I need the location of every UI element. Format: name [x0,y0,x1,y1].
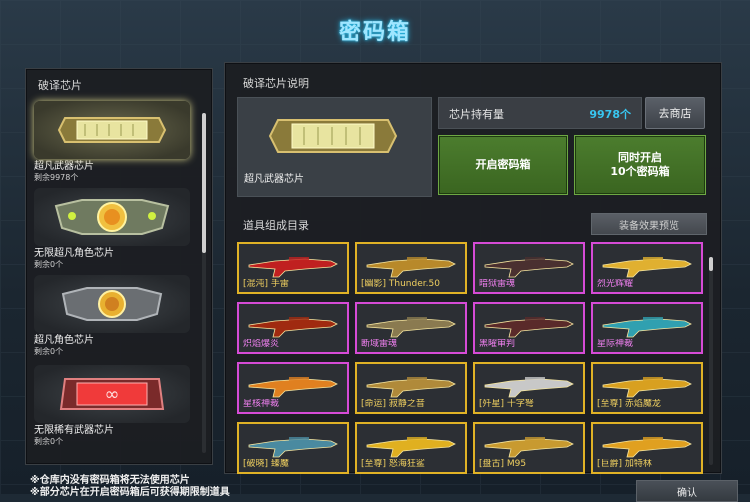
catalog-item[interactable]: 烈光辉耀 [591,242,703,294]
weapon-icon [363,368,459,400]
chip-list-scroll-thumb[interactable] [202,113,206,253]
catalog-item[interactable]: [破晓] 臻魔 [237,422,349,474]
chip-item-3[interactable]: 超凡角色芯片 剩余0个 [34,275,192,357]
selected-chip-icon [268,106,398,170]
chip-item-4[interactable]: ∞ 无限稀有武器芯片 剩余0个 [34,365,192,447]
catalog-item-label: [歼星] 十字弩 [479,399,534,409]
open10-line1: 同时开启 [618,151,662,164]
weapon-icon [245,368,341,400]
weapon-icon [481,368,577,400]
catalog-item-label: 炽焰爆炎 [243,339,280,349]
catalog-scroll-thumb[interactable] [709,257,713,271]
catalog-item[interactable]: [歼星] 十字弩 [473,362,585,414]
weapon-icon [363,308,459,340]
hold-value: 9978个 [589,108,631,121]
open-box-button[interactable]: 开启密码箱 [438,135,568,195]
catalog-scrollbar[interactable] [709,257,713,465]
catalog-item-label: 断域雷魂 [361,339,398,349]
catalog-heading: 道具组成目录 [243,219,309,232]
catalog-item[interactable]: [盘古] M95 [473,422,585,474]
chip-icon-infinite-rare-weapon: ∞ [34,365,190,423]
weapon-icon [599,248,695,280]
svg-text:∞: ∞ [105,384,120,405]
catalog-item[interactable]: 断域雷魂 [355,302,467,354]
page-title: 密码箱 [338,20,411,45]
chip-item-2[interactable]: 无限超凡角色芯片 剩余0个 [34,188,192,270]
catalog-item[interactable]: 星际神裁 [591,302,703,354]
catalog-item-label: [至尊] 怒海狂鲨 [361,459,425,469]
catalog-item-label: [巨爵] 加特林 [597,459,652,469]
weapon-icon [599,308,695,340]
catalog-item-label: 暗狱雷魂 [479,279,516,289]
hold-label: 芯片持有量 [449,108,504,121]
go-to-shop-button[interactable]: 去商店 [645,97,705,129]
catalog-item-label: [混沌] 手雷 [243,279,289,289]
catalog-item-label: 星际神裁 [597,339,634,349]
chip-count: 剩余0个 [34,437,64,446]
chip-name: 无限超凡角色芯片 [34,248,114,259]
chip-name: 无限稀有武器芯片 [34,425,114,436]
catalog-item[interactable]: [命运] 寂静之音 [355,362,467,414]
catalog-item-label: [幽影] Thunder.50 [361,279,440,289]
catalog-item-label: [盘古] M95 [479,459,527,469]
chip-detail-panel: 破译芯片说明 超凡武器芯片 芯片持有量 9978个 去商店 开启密码箱 同时开启… [224,62,722,474]
weapon-icon [245,428,341,460]
weapon-icon [481,308,577,340]
catalog-item[interactable]: [幽影] Thunder.50 [355,242,467,294]
catalog-item[interactable]: 星核神裁 [237,362,349,414]
chip-list-heading: 破译芯片 [38,79,82,92]
chip-name: 超凡武器芯片 [34,161,94,172]
weapon-icon [363,428,459,460]
catalog-item-label: [命运] 寂静之音 [361,399,425,409]
catalog-item-label: 星核神裁 [243,399,280,409]
chip-item-1[interactable]: 超凡武器芯片 剩余9978个 [34,101,192,183]
catalog-item-label: 烈光辉耀 [597,279,634,289]
open10-line2: 10个密码箱 [610,165,670,178]
catalog-item-label: 黑曜审判 [479,339,516,349]
footer-note-2: ※部分芯片在开启密码箱后可获得期限制道具 [30,487,230,498]
open-10-boxes-button[interactable]: 同时开启 10个密码箱 [574,135,706,195]
selected-chip-name: 超凡武器芯片 [244,174,304,185]
catalog-item[interactable]: 黑曜审判 [473,302,585,354]
weapon-icon [245,248,341,280]
catalog-item[interactable]: 暗狱雷魂 [473,242,585,294]
chip-name: 超凡角色芯片 [34,335,94,346]
catalog-item[interactable]: [至尊] 赤焰魔龙 [591,362,703,414]
weapon-icon [599,428,695,460]
catalog-item[interactable]: [混沌] 手雷 [237,242,349,294]
chip-count: 剩余0个 [34,347,64,356]
chip-count: 剩余9978个 [34,173,79,182]
weapon-icon [245,308,341,340]
equipment-preview-button[interactable]: 装备效果预览 [591,213,707,235]
weapon-icon [481,248,577,280]
catalog-item[interactable]: [巨爵] 加特林 [591,422,703,474]
weapon-icon [599,368,695,400]
weapon-icon [363,248,459,280]
catalog-item-label: [破晓] 臻魔 [243,459,289,469]
catalog-item[interactable]: 炽焰爆炎 [237,302,349,354]
chip-holding-box: 芯片持有量 9978个 [438,97,642,129]
confirm-button[interactable]: 确认 [636,480,738,502]
description-heading: 破译芯片说明 [243,77,309,90]
chip-icon-weapon [34,101,190,159]
catalog-item-label: [至尊] 赤焰魔龙 [597,399,661,409]
chip-icon-infinite-role [34,188,190,246]
weapon-icon [481,428,577,460]
catalog-item[interactable]: [至尊] 怒海狂鲨 [355,422,467,474]
chip-list-panel: 破译芯片 超凡武器芯片 剩余9978个 无限超凡角色芯片 剩余0个 超凡角色芯片… [25,68,213,465]
chip-count: 剩余0个 [34,260,64,269]
chip-icon-role [34,275,190,333]
selected-chip-box: 超凡武器芯片 [237,97,432,197]
